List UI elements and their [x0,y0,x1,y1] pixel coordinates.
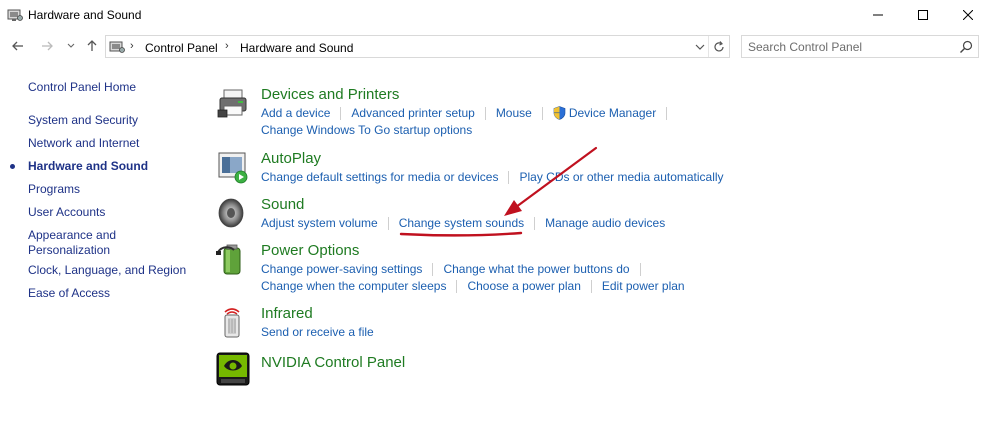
advanced-printer-setup-link[interactable]: Advanced printer setup [351,106,474,120]
change-power-buttons-link[interactable]: Change what the power buttons do [443,262,629,276]
power-options-title[interactable]: Power Options [261,242,359,259]
navigation-bar: › Control Panel › Hardware and Sound [0,34,991,60]
window-title: Hardware and Sound [28,8,142,22]
link-separator [666,106,668,120]
change-computer-sleeps-link[interactable]: Change when the computer sleeps [261,279,446,293]
link-separator [541,106,543,120]
sidebar-item-network-and-internet[interactable]: Network and Internet [28,136,139,151]
close-button[interactable] [945,0,991,30]
edit-power-plan-link[interactable]: Edit power plan [602,279,685,293]
adjust-system-volume-link[interactable]: Adjust system volume [261,216,378,230]
active-bullet-icon [10,164,15,169]
sound-title[interactable]: Sound [261,196,304,213]
sidebar-item-hardware-and-sound: Hardware and Sound [28,159,149,173]
search-icon[interactable] [959,40,973,54]
nvidia-icon[interactable] [216,352,252,388]
link-separator [432,262,434,276]
refresh-button[interactable] [712,40,726,54]
power-links-row-2: Change when the computer sleeps Choose a… [261,279,685,293]
breadcrumb-chevron-icon[interactable]: › [130,40,134,52]
sound-links-row: Adjust system volume Change system sound… [261,216,665,230]
printer-icon[interactable] [216,86,252,122]
forward-button[interactable] [40,39,54,53]
mouse-link[interactable]: Mouse [496,106,532,120]
devices-links-row: Add a device Advanced printer setup Mous… [261,106,677,120]
choose-power-plan-link[interactable]: Choose a power plan [467,279,580,293]
refresh-icon [714,41,724,52]
forward-arrow-icon [42,41,53,51]
change-windows-to-go-link[interactable]: Change Windows To Go startup options [261,123,472,137]
link-separator [456,279,458,293]
control-panel-icon [109,39,125,55]
link-separator [639,262,641,276]
battery-icon[interactable] [216,242,252,278]
address-dropdown-button[interactable] [693,40,707,54]
sidebar-item-appearance-line1[interactable]: Appearance and [28,228,116,243]
change-power-saving-settings-link[interactable]: Change power-saving settings [261,262,422,276]
power-links-row: Change power-saving settings Change what… [261,262,651,276]
nvidia-control-panel-title[interactable]: NVIDIA Control Panel [261,354,405,371]
infrared-links-row: Send or receive a file [261,325,374,339]
annotation-underline [399,231,523,237]
annotation-arrow-head [504,200,522,216]
sidebar-item-control-panel-home[interactable]: Control Panel Home [28,80,136,95]
devices-links-row-2: Change Windows To Go startup options [261,123,472,137]
sidebar-item-system-and-security[interactable]: System and Security [28,113,138,128]
back-button[interactable] [11,39,25,53]
breadcrumb-hardware-and-sound[interactable]: Hardware and Sound [240,41,353,55]
sidebar-item-programs[interactable]: Programs [28,182,80,197]
sidebar-item-appearance-line2[interactable]: Personalization [28,243,110,258]
address-divider [708,36,709,57]
close-icon [963,10,973,20]
search-input[interactable] [748,39,948,55]
title-bar: Hardware and Sound [0,0,991,30]
sidebar-item-user-accounts[interactable]: User Accounts [28,205,105,220]
address-bar[interactable]: › Control Panel › Hardware and Sound [105,35,730,58]
link-separator [484,106,486,120]
autoplay-links-row: Change default settings for media or dev… [261,170,724,184]
up-button[interactable] [85,39,99,53]
change-default-settings-link[interactable]: Change default settings for media or dev… [261,170,498,184]
autoplay-title[interactable]: AutoPlay [261,150,321,167]
link-separator [508,170,510,184]
breadcrumb-control-panel[interactable]: Control Panel [145,41,218,55]
link-separator [590,279,592,293]
add-a-device-link[interactable]: Add a device [261,106,330,120]
control-panel-icon [7,7,23,23]
maximize-icon [918,10,928,20]
sidebar-item-ease-of-access[interactable]: Ease of Access [28,286,110,301]
infrared-title[interactable]: Infrared [261,305,313,322]
recent-locations-button[interactable] [64,39,78,53]
sidebar-item-clock-language-region[interactable]: Clock, Language, and Region [28,263,186,278]
speaker-icon[interactable] [216,196,252,232]
play-cds-link[interactable]: Play CDs or other media automatically [519,170,723,184]
autoplay-icon[interactable] [216,150,252,186]
up-arrow-icon [87,40,97,51]
infrared-icon[interactable] [216,305,252,341]
send-or-receive-file-link[interactable]: Send or receive a file [261,325,374,339]
manage-audio-devices-link[interactable]: Manage audio devices [545,216,665,230]
breadcrumb-chevron-icon[interactable]: › [225,40,229,52]
device-manager-link[interactable]: Device Manager [569,106,656,120]
minimize-button[interactable] [855,0,901,30]
link-separator [340,106,342,120]
link-separator [534,216,536,230]
change-system-sounds-link[interactable]: Change system sounds [399,216,524,230]
chevron-down-icon [67,43,75,48]
devices-and-printers-title[interactable]: Devices and Printers [261,86,399,103]
minimize-icon [873,14,883,16]
link-separator [387,216,389,230]
chevron-down-icon [695,44,705,50]
maximize-button[interactable] [900,0,946,30]
search-box[interactable] [741,35,979,58]
back-arrow-icon [12,41,23,51]
shield-icon [553,106,566,120]
